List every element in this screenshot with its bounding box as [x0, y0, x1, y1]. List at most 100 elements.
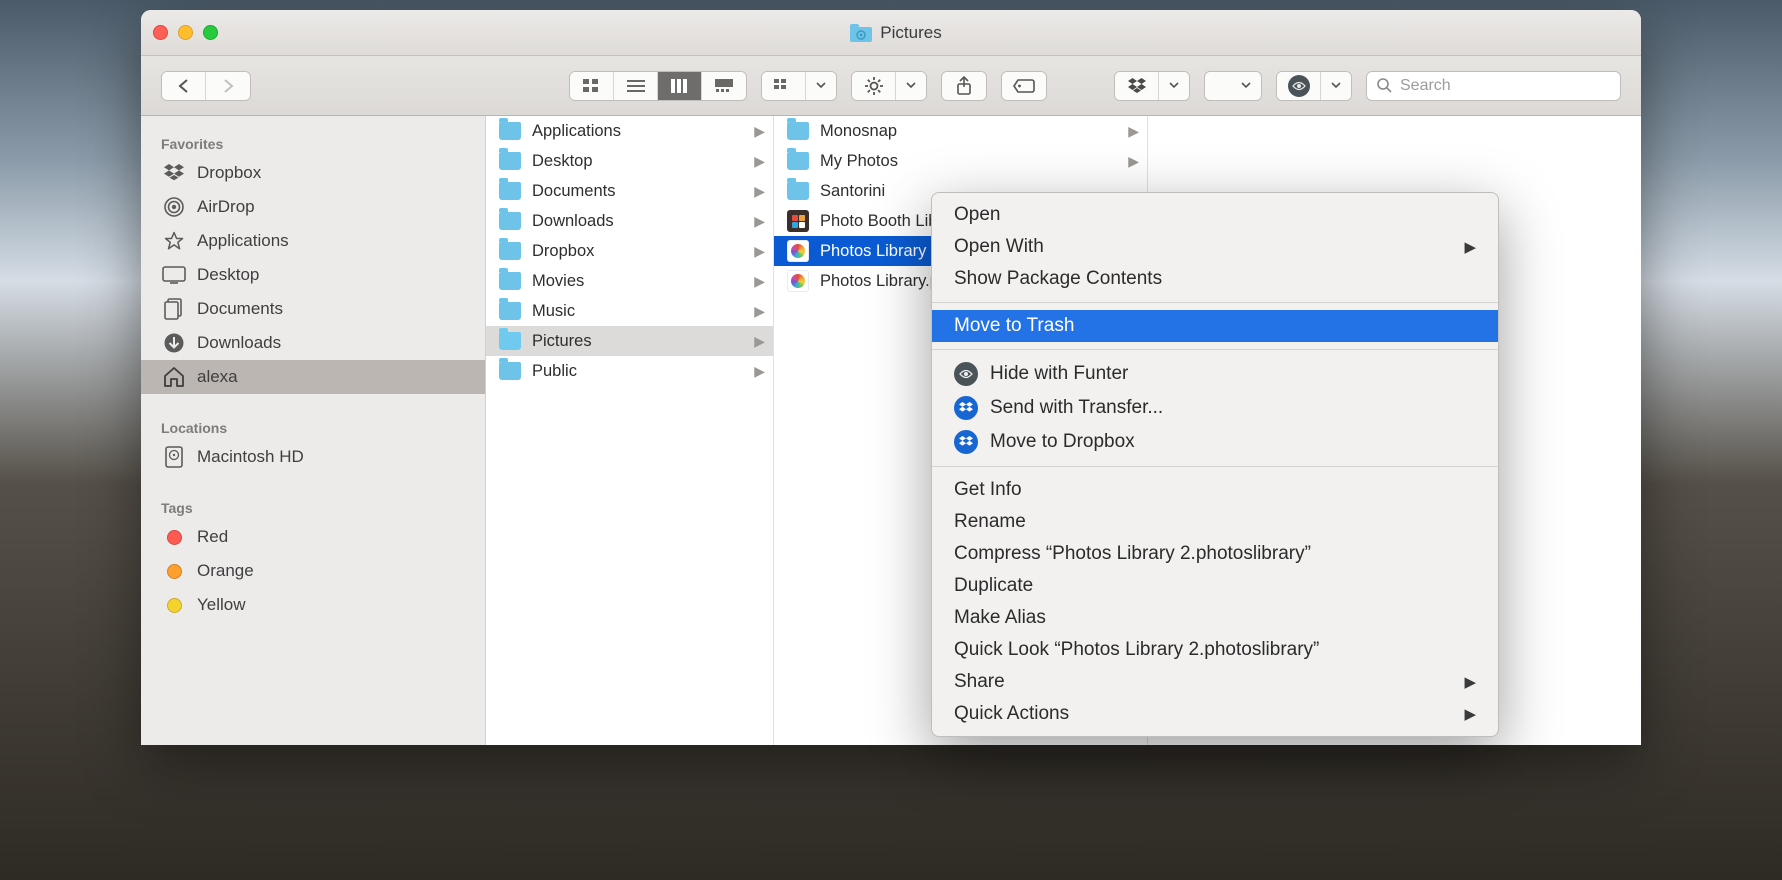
window-title: Pictures — [218, 23, 1574, 43]
window-title-text: Pictures — [880, 23, 941, 43]
ctx-hide-with-funter[interactable]: Hide with Funter — [932, 357, 1498, 391]
window-zoom-button[interactable] — [203, 25, 218, 40]
sidebar-item-label: AirDrop — [197, 197, 255, 217]
ctx-label: Move to Trash — [954, 315, 1074, 337]
chevron-right-icon: ▶ — [754, 243, 765, 260]
file-name: Monosnap — [820, 122, 1118, 141]
context-menu: Open Open With▶ Show Package Contents Mo… — [931, 192, 1499, 737]
back-button[interactable] — [162, 72, 206, 100]
action-menu[interactable] — [851, 71, 927, 101]
funter-menu[interactable] — [1276, 71, 1352, 101]
sidebar-header-locations: Locations — [141, 412, 485, 440]
dropbox-chevron[interactable] — [1159, 72, 1189, 100]
sidebar-item-macintosh-hd[interactable]: Macintosh HD — [141, 440, 485, 474]
ctx-share[interactable]: Share▶ — [932, 666, 1498, 698]
dropbox-icon[interactable] — [1115, 72, 1159, 100]
file-name: Music — [532, 302, 744, 321]
search-input[interactable] — [1400, 77, 1610, 95]
window-minimize-button[interactable] — [178, 25, 193, 40]
share-icon[interactable] — [942, 72, 986, 100]
ctx-rename[interactable]: Rename — [932, 506, 1498, 538]
sidebar-item-desktop[interactable]: Desktop — [141, 258, 485, 292]
arrange-menu[interactable] — [761, 71, 837, 101]
column-view-button[interactable] — [658, 72, 702, 100]
share-button-group — [941, 71, 987, 101]
chevron-right-icon: ▶ — [1464, 238, 1476, 256]
sidebar-item-airdrop[interactable]: AirDrop — [141, 190, 485, 224]
tags-button-group — [1001, 71, 1047, 101]
sidebar-tag-red[interactable]: Red — [141, 520, 485, 554]
dropbox-menu[interactable] — [1114, 71, 1190, 101]
chevron-right-icon: ▶ — [1128, 123, 1139, 140]
list-item[interactable]: Dropbox▶ — [486, 236, 773, 266]
list-item[interactable]: My Photos▶ — [774, 146, 1147, 176]
sidebar-header-tags: Tags — [141, 492, 485, 520]
eye-icon[interactable] — [1277, 72, 1321, 100]
tag-icon[interactable] — [1002, 72, 1046, 100]
column-0: Applications▶ Desktop▶ Documents▶ Downlo… — [486, 116, 774, 745]
tag-dot-icon — [161, 594, 187, 616]
funter-chevron[interactable] — [1321, 72, 1351, 100]
applications-icon — [161, 230, 187, 252]
list-view-button[interactable] — [614, 72, 658, 100]
ctx-make-alias[interactable]: Make Alias — [932, 602, 1498, 634]
ctx-compress[interactable]: Compress “Photos Library 2.photoslibrary… — [932, 538, 1498, 570]
ctx-move-to-trash[interactable]: Move to Trash — [932, 310, 1498, 342]
sidebar-item-downloads[interactable]: Downloads — [141, 326, 485, 360]
sidebar-tag-orange[interactable]: Orange — [141, 554, 485, 588]
folder-icon — [786, 120, 810, 142]
file-name: Movies — [532, 272, 744, 291]
folder-icon — [498, 270, 522, 292]
forward-button[interactable] — [206, 72, 250, 100]
list-item[interactable]: Music▶ — [486, 296, 773, 326]
sidebar-item-label: alexa — [197, 367, 238, 387]
window-close-button[interactable] — [153, 25, 168, 40]
list-item[interactable]: Pictures▶ — [486, 326, 773, 356]
sidebar-item-applications[interactable]: Applications — [141, 224, 485, 258]
search-field[interactable] — [1366, 71, 1621, 101]
extra-menu[interactable] — [1204, 71, 1262, 101]
toolbar — [141, 56, 1641, 116]
sidebar-tag-yellow[interactable]: Yellow — [141, 588, 485, 622]
window-controls — [153, 25, 218, 40]
extra-chevron[interactable] — [1205, 72, 1261, 100]
view-switcher — [569, 71, 747, 101]
action-chevron[interactable] — [896, 72, 926, 100]
ctx-open[interactable]: Open — [932, 199, 1498, 231]
arrange-button[interactable] — [762, 72, 806, 100]
sidebar-item-documents[interactable]: Documents — [141, 292, 485, 326]
ctx-open-with[interactable]: Open With▶ — [932, 231, 1498, 263]
ctx-label: Hide with Funter — [990, 363, 1128, 385]
ctx-send-with-transfer[interactable]: Send with Transfer... — [932, 391, 1498, 425]
ctx-move-to-dropbox[interactable]: Move to Dropbox — [932, 425, 1498, 459]
tag-dot-icon — [161, 526, 187, 548]
chevron-right-icon: ▶ — [754, 363, 765, 380]
list-item[interactable]: Movies▶ — [486, 266, 773, 296]
ctx-get-info[interactable]: Get Info — [932, 474, 1498, 506]
list-item[interactable]: Documents▶ — [486, 176, 773, 206]
arrange-chevron[interactable] — [806, 72, 836, 100]
list-item[interactable]: Applications▶ — [486, 116, 773, 146]
ctx-quick-actions[interactable]: Quick Actions▶ — [932, 698, 1498, 730]
sidebar-item-dropbox[interactable]: Dropbox — [141, 156, 485, 190]
ctx-quick-look[interactable]: Quick Look “Photos Library 2.photoslibra… — [932, 634, 1498, 666]
list-item[interactable]: Public▶ — [486, 356, 773, 386]
downloads-icon — [161, 332, 187, 354]
ctx-label: Share — [954, 671, 1005, 693]
chevron-right-icon: ▶ — [1128, 153, 1139, 170]
ctx-show-package-contents[interactable]: Show Package Contents — [932, 263, 1498, 295]
list-item[interactable]: Desktop▶ — [486, 146, 773, 176]
gear-icon[interactable] — [852, 72, 896, 100]
sidebar: Favorites Dropbox AirDrop Applications D… — [141, 116, 486, 745]
icon-view-button[interactable] — [570, 72, 614, 100]
file-name: Desktop — [532, 152, 744, 171]
gallery-view-button[interactable] — [702, 72, 746, 100]
sidebar-header-favorites: Favorites — [141, 128, 485, 156]
ctx-duplicate[interactable]: Duplicate — [932, 570, 1498, 602]
sidebar-item-label: Downloads — [197, 333, 281, 353]
sidebar-item-home[interactable]: alexa — [141, 360, 485, 394]
list-item[interactable]: Monosnap ▶ — [774, 116, 1147, 146]
folder-icon — [498, 150, 522, 172]
folder-icon — [850, 24, 872, 42]
list-item[interactable]: Downloads▶ — [486, 206, 773, 236]
